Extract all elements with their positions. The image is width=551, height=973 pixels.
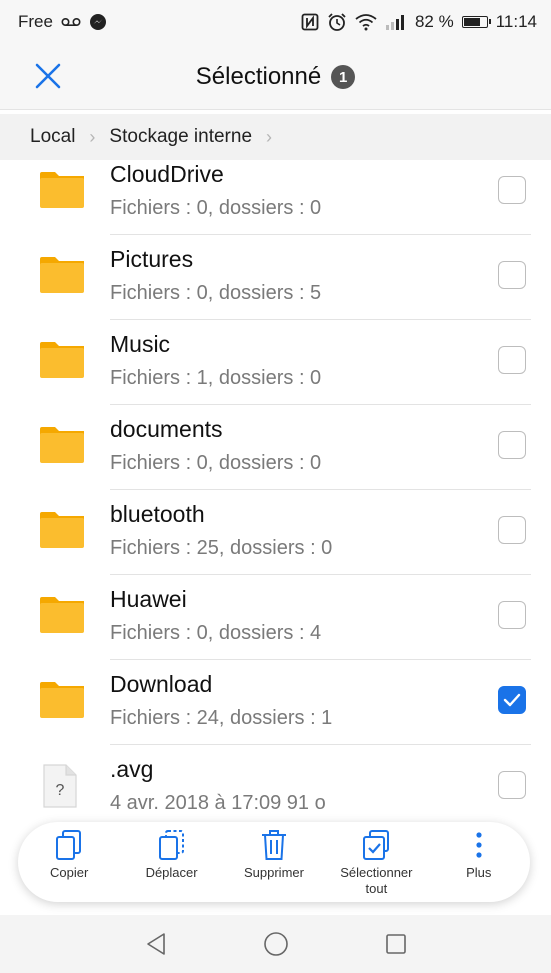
file-name: Download (110, 671, 213, 697)
file-meta: 4 avr. 2018 à 17:09 91 o (110, 792, 326, 814)
close-icon (35, 63, 61, 89)
select-checkbox[interactable] (498, 431, 526, 459)
status-bar: Free 82 % 11:14 (0, 0, 551, 44)
trash-icon (260, 828, 288, 862)
select-all-icon (361, 828, 391, 862)
delete-button[interactable]: Supprimer (226, 828, 322, 881)
select-checkbox[interactable] (498, 601, 526, 629)
alarm-icon (327, 12, 347, 32)
file-name: bluetooth (110, 501, 205, 527)
voicemail-icon (61, 16, 81, 28)
signal-icon (385, 14, 407, 30)
file-row-download[interactable]: Download Fichiers : 24, dossiers : 1 (0, 660, 551, 745)
select-all-label-line1: Sélectionner (340, 865, 413, 880)
folder-icon (38, 425, 86, 465)
file-row-huawei[interactable]: Huawei Fichiers : 0, dossiers : 4 (0, 575, 551, 660)
file-name: .avg (110, 756, 154, 782)
wifi-icon (355, 13, 377, 31)
breadcrumb-local[interactable]: Local (30, 126, 75, 148)
back-triangle-icon (146, 933, 165, 955)
copy-label: Copier (50, 865, 89, 880)
move-icon (157, 828, 187, 862)
carrier-label: Free (18, 12, 53, 31)
file-row-music[interactable]: Music Fichiers : 1, dossiers : 0 (0, 320, 551, 405)
file-row-bluetooth[interactable]: bluetooth Fichiers : 25, dossiers : 0 (0, 490, 551, 575)
copy-icon (54, 828, 84, 862)
file-row-documents[interactable]: documents Fichiers : 0, dossiers : 0 (0, 405, 551, 490)
unknown-file-icon: ? (42, 763, 78, 809)
chevron-right-icon: › (266, 126, 273, 147)
folder-icon (38, 595, 86, 635)
move-button[interactable]: Déplacer (124, 828, 220, 881)
folder-icon (38, 170, 86, 210)
svg-text:?: ? (56, 782, 65, 799)
more-vertical-icon (474, 828, 484, 862)
file-meta: Fichiers : 0, dossiers : 0 (110, 197, 322, 219)
battery-percent: 82 % (414, 12, 454, 31)
file-row-avg[interactable]: ? .avg 4 avr. 2018 à 17:09 91 o (0, 745, 551, 820)
more-label: Plus (466, 865, 492, 880)
home-button[interactable] (256, 924, 296, 964)
folder-icon (38, 680, 86, 720)
messenger-icon (89, 13, 107, 31)
folder-icon (38, 510, 86, 550)
move-label: Déplacer (145, 865, 198, 880)
delete-label: Supprimer (243, 865, 304, 880)
select-all-label-line2: tout (365, 881, 388, 896)
nfc-icon (301, 13, 319, 31)
more-button[interactable]: Plus (431, 828, 527, 881)
file-row-pictures[interactable]: Pictures Fichiers : 0, dossiers : 5 (0, 235, 551, 320)
status-left: Free (18, 12, 107, 32)
select-checkbox[interactable] (498, 346, 526, 374)
breadcrumb: Local › Stockage interne › (0, 114, 551, 160)
file-name: Pictures (110, 246, 194, 272)
select-checkbox[interactable] (498, 176, 526, 204)
action-toolbar: Copier Déplacer Supprimer Sélectionner t… (18, 822, 530, 902)
file-name: CloudDrive (110, 161, 224, 187)
select-all-label: Sélectionner tout (340, 865, 412, 897)
folder-icon (38, 340, 86, 380)
file-meta: Fichiers : 0, dossiers : 4 (110, 622, 322, 644)
file-meta: Fichiers : 24, dossiers : 1 (110, 707, 333, 729)
clock: 11:14 (495, 12, 537, 31)
select-checkbox[interactable] (498, 516, 526, 544)
file-meta: Fichiers : 0, dossiers : 5 (110, 282, 322, 304)
home-circle-icon (263, 932, 288, 956)
select-checkbox[interactable] (498, 771, 526, 799)
folder-icon (38, 255, 86, 295)
file-meta: Fichiers : 0, dossiers : 0 (110, 452, 322, 474)
system-nav-bar (0, 915, 551, 973)
select-checkbox[interactable] (498, 261, 526, 289)
file-name: documents (110, 416, 223, 442)
recents-square-icon (385, 934, 406, 954)
page-title: Sélectionné (195, 63, 322, 90)
file-meta: Fichiers : 1, dossiers : 0 (110, 367, 322, 389)
selection-header: Sélectionné 1 (0, 44, 551, 110)
select-checkbox[interactable] (498, 686, 526, 714)
file-name: Huawei (110, 586, 187, 612)
select-all-button[interactable]: Sélectionner tout (328, 828, 424, 897)
breadcrumb-internal-storage[interactable]: Stockage interne (109, 126, 252, 148)
copy-button[interactable]: Copier (21, 828, 117, 881)
recents-button[interactable] (376, 924, 416, 964)
checkmark-icon (503, 693, 521, 707)
battery-icon (461, 16, 491, 28)
file-row-clouddrive[interactable]: CloudDrive Fichiers : 0, dossiers : 0 (0, 160, 551, 235)
back-button[interactable] (136, 924, 176, 964)
chevron-right-icon: › (89, 126, 96, 147)
close-button[interactable] (26, 58, 70, 94)
file-list[interactable]: CloudDrive Fichiers : 0, dossiers : 0 Pict… (0, 160, 551, 820)
status-right: 82 % 11:14 (301, 12, 537, 32)
title-wrap: Sélectionné 1 (0, 44, 551, 110)
selected-count-badge: 1 (331, 65, 356, 89)
file-meta: Fichiers : 25, dossiers : 0 (110, 537, 333, 559)
file-name: Music (110, 331, 171, 357)
